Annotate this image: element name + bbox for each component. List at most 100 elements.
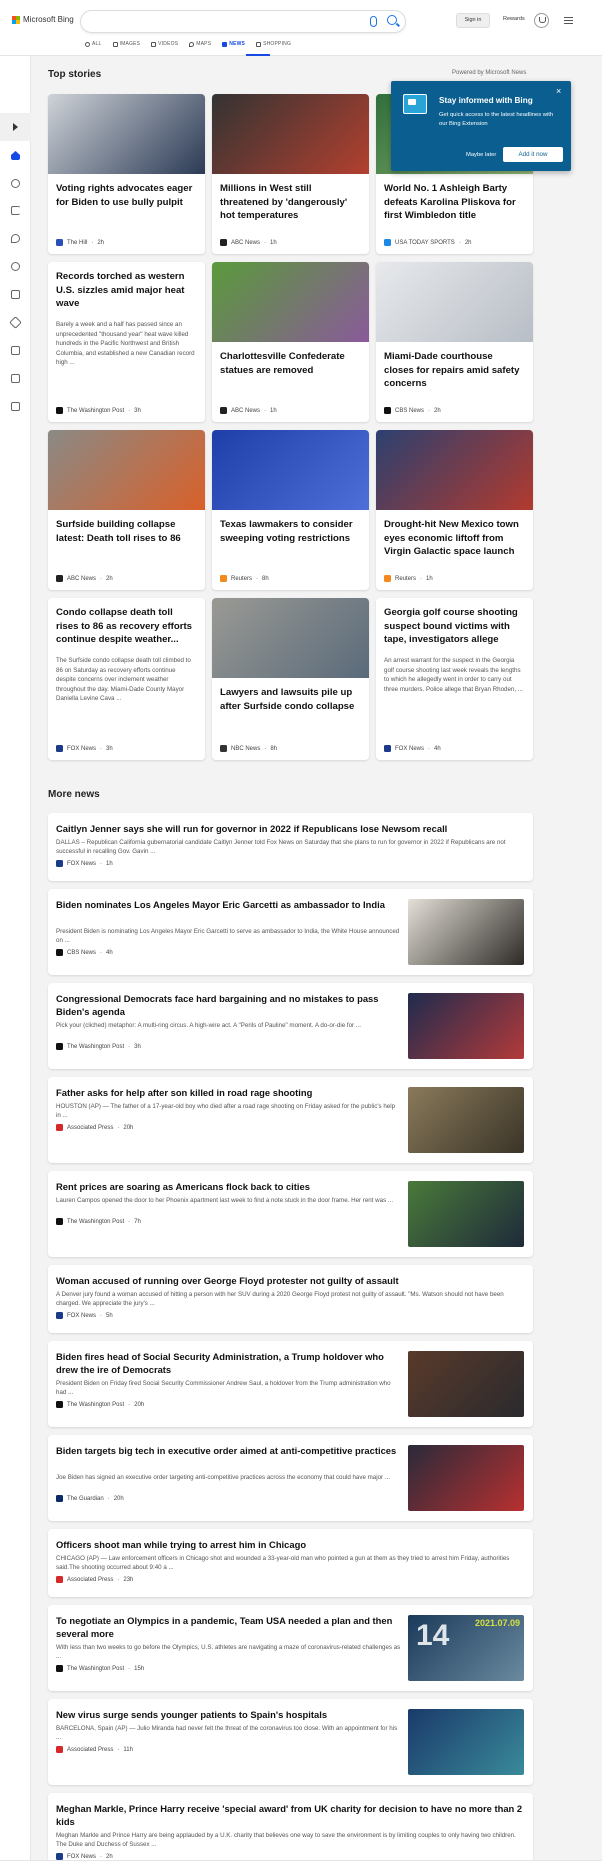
microphone-icon[interactable] <box>370 16 377 27</box>
close-icon[interactable]: × <box>556 87 561 96</box>
news-source[interactable]: FOX News · 2h <box>56 1853 113 1860</box>
story-card[interactable]: Records torched as western U.S. sizzles … <box>48 262 205 422</box>
story-source[interactable]: ABC News · 1h <box>220 407 277 414</box>
story-source[interactable]: FOX News · 3h <box>56 745 113 752</box>
story-image[interactable] <box>48 94 205 174</box>
list-item[interactable]: To negotiate an Olympics in a pandemic, … <box>48 1605 533 1691</box>
expand-rail-button[interactable] <box>0 113 31 141</box>
tab-maps[interactable]: MAPS <box>189 41 211 47</box>
story-card[interactable]: Miami-Dade courthouse closes for repairs… <box>376 262 533 422</box>
list-item[interactable]: Father asks for help after son killed in… <box>48 1077 533 1163</box>
search-icon[interactable] <box>387 15 397 25</box>
news-source[interactable]: The Guardian · 20h <box>56 1495 124 1502</box>
news-thumbnail[interactable] <box>408 1351 524 1417</box>
globe-icon[interactable] <box>11 262 20 271</box>
news-title[interactable]: New virus surge sends younger patients t… <box>56 1708 401 1721</box>
news-thumbnail[interactable]: 14 2021.07.09 <box>408 1615 524 1681</box>
story-source[interactable]: CBS News · 2h <box>384 407 441 414</box>
news-title[interactable]: Congressional Democrats face hard bargai… <box>56 992 401 1018</box>
list-item[interactable]: Biden nominates Los Angeles Mayor Eric G… <box>48 889 533 975</box>
news-source[interactable]: Associated Press · 11h <box>56 1746 133 1753</box>
tab-videos[interactable]: VIDEOS <box>151 41 178 47</box>
film-icon[interactable] <box>11 346 20 355</box>
story-card[interactable]: Surfside building collapse latest: Death… <box>48 430 205 590</box>
story-title[interactable]: Condo collapse death toll rises to 86 as… <box>56 606 197 647</box>
story-title[interactable]: Drought-hit New Mexico town eyes economi… <box>384 518 525 559</box>
news-thumbnail[interactable] <box>408 1709 524 1775</box>
list-item[interactable]: Woman accused of running over George Flo… <box>48 1265 533 1333</box>
story-title[interactable]: Charlottesville Confederate statues are … <box>220 350 361 377</box>
story-source[interactable]: The Hill · 2h <box>56 239 104 246</box>
menu-icon[interactable] <box>564 17 573 26</box>
rewards-trophy-icon[interactable] <box>534 13 549 28</box>
news-title[interactable]: Meghan Markle, Prince Harry receive 'spe… <box>56 1802 526 1828</box>
home-icon[interactable] <box>11 151 20 160</box>
story-source[interactable]: Reuters · 8h <box>220 575 269 582</box>
tab-all[interactable]: ALL <box>85 41 102 47</box>
story-source[interactable]: Reuters · 1h <box>384 575 433 582</box>
flag-icon[interactable] <box>11 206 20 215</box>
story-title[interactable]: Miami-Dade courthouse closes for repairs… <box>384 350 525 391</box>
story-title[interactable]: Texas lawmakers to consider sweeping vot… <box>220 518 361 545</box>
story-source[interactable]: NBC News · 8h <box>220 745 277 752</box>
story-image[interactable] <box>212 430 369 510</box>
list-item[interactable]: Biden targets big tech in executive orde… <box>48 1435 533 1521</box>
news-title[interactable]: Woman accused of running over George Flo… <box>56 1274 526 1287</box>
microscope-icon[interactable] <box>11 290 20 299</box>
list-item[interactable]: Congressional Democrats face hard bargai… <box>48 983 533 1069</box>
news-title[interactable]: Biden nominates Los Angeles Mayor Eric G… <box>56 898 401 911</box>
news-source[interactable]: FOX News · 5h <box>56 1312 113 1319</box>
story-card[interactable]: Condo collapse death toll rises to 86 as… <box>48 598 205 760</box>
story-title[interactable]: Lawyers and lawsuits pile up after Surfs… <box>220 686 361 713</box>
sign-in-button[interactable]: Sign in <box>456 13 490 28</box>
local-pin-icon[interactable] <box>11 234 20 243</box>
story-title[interactable]: Millions in West still threatened by 'da… <box>220 182 361 223</box>
story-source[interactable]: FOX News · 4h <box>384 745 441 752</box>
story-card[interactable]: Millions in West still threatened by 'da… <box>212 94 369 254</box>
tab-shopping[interactable]: SHOPPING <box>256 41 291 47</box>
add-extension-button[interactable]: Add it now <box>503 147 563 162</box>
list-item[interactable]: Biden fires head of Social Security Admi… <box>48 1341 533 1427</box>
news-title[interactable]: Biden fires head of Social Security Admi… <box>56 1350 401 1376</box>
story-card[interactable]: Charlottesville Confederate statues are … <box>212 262 369 422</box>
news-source[interactable]: The Washington Post · 15h <box>56 1665 144 1672</box>
story-image[interactable] <box>48 430 205 510</box>
bing-logo[interactable]: Microsoft Bing <box>12 15 74 24</box>
list-item[interactable]: Officers shoot man while trying to arres… <box>48 1529 533 1597</box>
rocket-icon[interactable] <box>9 316 22 329</box>
story-card[interactable]: Texas lawmakers to consider sweeping vot… <box>212 430 369 590</box>
news-title[interactable]: To negotiate an Olympics in a pandemic, … <box>56 1614 401 1640</box>
story-image[interactable] <box>212 598 369 678</box>
story-source[interactable]: ABC News · 2h <box>56 575 113 582</box>
story-source[interactable]: ABC News · 1h <box>220 239 277 246</box>
list-item[interactable]: Rent prices are soaring as Americans flo… <box>48 1171 533 1257</box>
list-item[interactable]: Caitlyn Jenner says she will run for gov… <box>48 813 533 881</box>
story-title[interactable]: Georgia golf course shooting suspect bou… <box>384 606 525 647</box>
news-thumbnail[interactable] <box>408 1181 524 1247</box>
news-source[interactable]: The Washington Post · 20h <box>56 1401 144 1408</box>
news-source[interactable]: Associated Press · 23h <box>56 1576 133 1583</box>
list-item[interactable]: New virus surge sends younger patients t… <box>48 1699 533 1785</box>
rewards-link[interactable]: Rewards <box>503 16 525 22</box>
briefcase-icon[interactable] <box>11 374 20 383</box>
story-image[interactable] <box>376 430 533 510</box>
news-title[interactable]: Caitlyn Jenner says she will run for gov… <box>56 822 526 835</box>
news-thumbnail[interactable] <box>408 899 524 965</box>
story-source[interactable]: USA TODAY SPORTS · 2h <box>384 239 472 246</box>
story-card[interactable]: Voting rights advocates eager for Biden … <box>48 94 205 254</box>
search-input[interactable] <box>80 10 406 33</box>
news-thumbnail[interactable] <box>408 1087 524 1153</box>
maybe-later-button[interactable]: Maybe later <box>466 152 496 158</box>
coronavirus-icon[interactable] <box>11 179 20 188</box>
news-source[interactable]: CBS News · 4h <box>56 949 113 956</box>
story-image[interactable] <box>212 94 369 174</box>
news-title[interactable]: Father asks for help after son killed in… <box>56 1086 401 1099</box>
story-title[interactable]: Voting rights advocates eager for Biden … <box>56 182 197 209</box>
news-thumbnail[interactable] <box>408 1445 524 1511</box>
story-image[interactable] <box>212 262 369 342</box>
story-title[interactable]: World No. 1 Ashleigh Barty defeats Karol… <box>384 182 525 223</box>
story-card[interactable]: Drought-hit New Mexico town eyes economi… <box>376 430 533 590</box>
news-thumbnail[interactable] <box>408 993 524 1059</box>
story-title[interactable]: Records torched as western U.S. sizzles … <box>56 270 197 311</box>
car-icon[interactable] <box>11 402 20 411</box>
